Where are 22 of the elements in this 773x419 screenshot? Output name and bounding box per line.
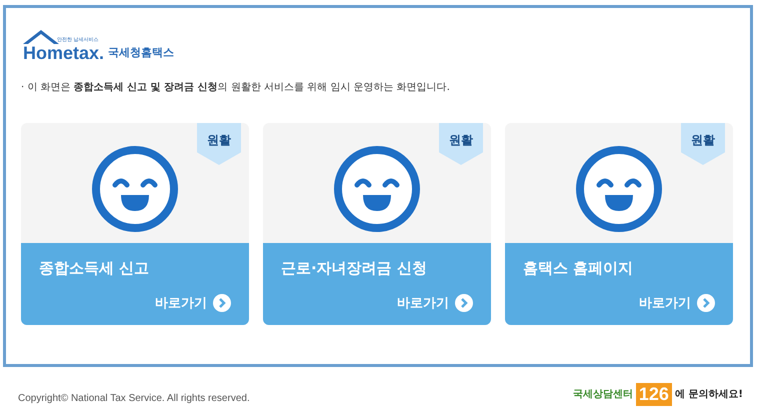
center-number: 126 bbox=[636, 383, 672, 406]
chevron-right-icon bbox=[455, 294, 473, 312]
card-title: 종합소득세 신고 bbox=[39, 258, 150, 279]
center-label: 국세상담센터 bbox=[572, 388, 633, 402]
status-ribbon: 원활 bbox=[439, 123, 483, 165]
chevron-right-icon bbox=[697, 294, 715, 312]
service-card[interactable]: 원활 홈택스 홈페이지 바로가기 bbox=[505, 123, 733, 325]
service-card[interactable]: 원활 근로·자녀장려금 신청 바로가기 bbox=[263, 123, 491, 325]
status-ribbon: 원활 bbox=[681, 123, 725, 165]
notice-text: · 이 화면은 종합소득세 신고 및 장려금 신청의 원활한 서비스를 위해 임시 운영하는 화면입니다. bbox=[21, 81, 451, 95]
logo-name: 국세청홈택스 bbox=[108, 44, 174, 60]
card-title: 홈택스 홈페이지 bbox=[523, 258, 634, 279]
service-card[interactable]: 원활 종합소득세 신고 바로가기 bbox=[21, 123, 249, 325]
logo-wordmark: Hometax. bbox=[23, 44, 104, 62]
center-suffix: 에 문의하세요! bbox=[674, 388, 743, 402]
copyright-text: Copyright© National Tax Service. All rights reserved. bbox=[18, 392, 250, 406]
card-title: 근로·자녀장려금 신청 bbox=[281, 258, 428, 279]
smiley-icon bbox=[333, 145, 421, 233]
smiley-icon bbox=[91, 145, 179, 233]
chevron-right-icon bbox=[213, 294, 231, 312]
status-ribbon: 원활 bbox=[197, 123, 241, 165]
smiley-icon bbox=[575, 145, 663, 233]
